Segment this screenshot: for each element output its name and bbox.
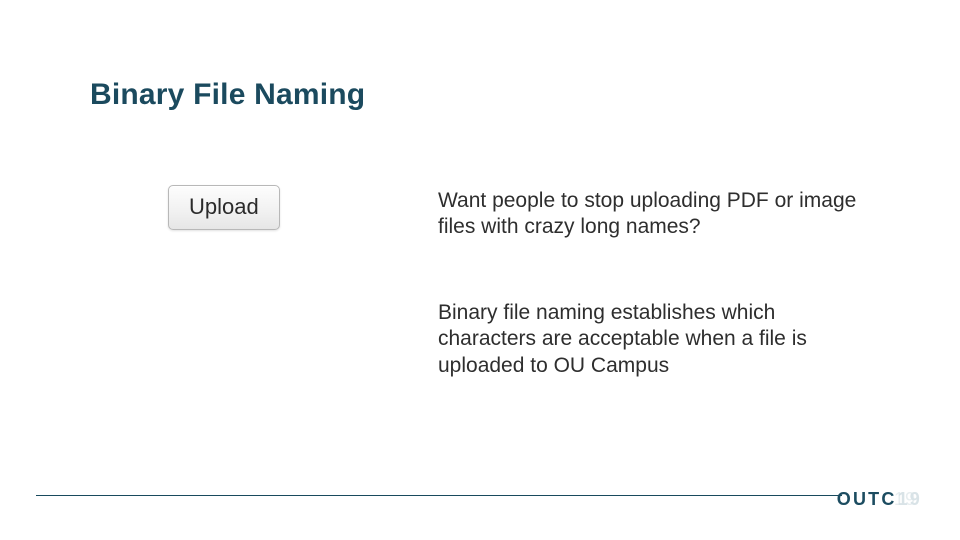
brand-prefix: OUTC xyxy=(837,489,897,510)
upload-button[interactable]: Upload xyxy=(168,185,280,230)
slide: Binary File Naming Upload Want people to… xyxy=(0,0,960,540)
brand-suffix-ghost: 19 xyxy=(898,489,922,510)
brand-logo: OUTC19 xyxy=(837,489,922,510)
slide-title: Binary File Naming xyxy=(90,78,365,112)
body-paragraph-2: Binary file naming establishes which cha… xyxy=(438,300,858,379)
footer-divider xyxy=(36,495,842,496)
body-paragraph-1: Want people to stop uploading PDF or ima… xyxy=(438,188,858,241)
